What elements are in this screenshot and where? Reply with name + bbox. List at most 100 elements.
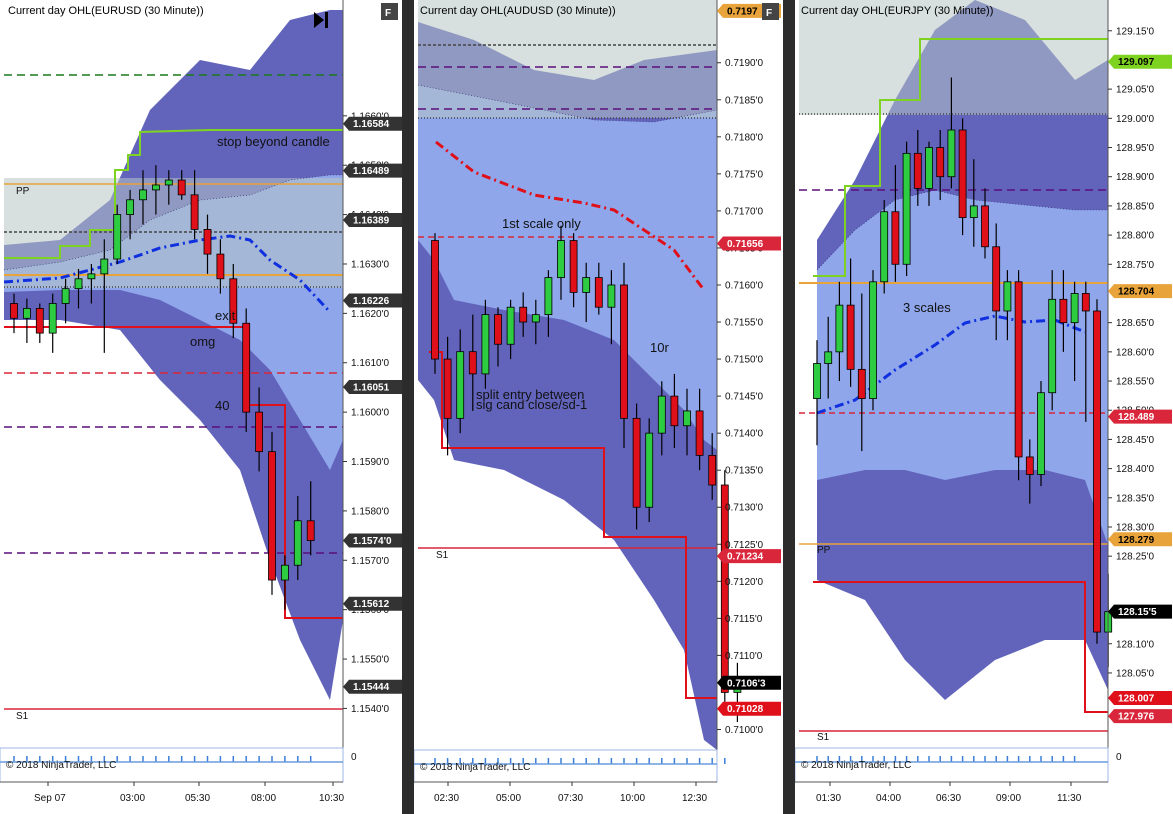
candle-down[interactable] [306,520,315,541]
candle-down[interactable] [620,284,628,419]
candle-down[interactable] [632,417,641,508]
candle-up[interactable] [813,363,821,399]
candle-down[interactable] [695,410,704,456]
candle-up[interactable] [544,277,553,316]
candle-up[interactable] [1070,293,1079,324]
candle-up[interactable] [869,281,877,399]
candle-up[interactable] [557,240,565,278]
candle-up[interactable] [280,564,289,581]
candle-down[interactable] [268,451,276,581]
candle-up[interactable] [151,184,160,191]
candle-down[interactable] [203,229,212,255]
candle-up[interactable] [582,277,591,293]
audusd-chart[interactable]: 0.7190'0 0.7185'0 0.7180'0 0.7175'0 0.7170'0… [414,0,783,814]
candle-down[interactable] [936,147,945,178]
price-tag-label: 0.7106'3 [727,678,766,689]
y-tick-label: 1.1550'0 [351,655,389,666]
candle-down[interactable] [242,322,251,413]
candle-up[interactable] [87,273,96,280]
candle-up[interactable] [164,179,173,186]
y-tick-label: 0.7125'0 [725,540,763,551]
price-tag: 128.279 [1108,532,1172,547]
candle-up[interactable] [657,395,666,434]
candle-down[interactable] [10,303,18,319]
candle-up[interactable] [22,308,31,319]
candle-up[interactable] [835,304,844,353]
candle-down[interactable] [431,240,439,360]
candle-up[interactable] [824,351,833,364]
candle-up[interactable] [506,306,515,345]
candle-down[interactable] [177,179,186,196]
candle-down[interactable] [35,308,44,334]
y-tick-label: 128.65'0 [1116,318,1154,329]
candle-down[interactable] [1093,310,1101,633]
candle-down[interactable] [468,351,477,375]
candle-up[interactable] [607,284,616,308]
candle-down[interactable] [981,205,989,248]
candle-up[interactable] [113,214,122,260]
candle-up[interactable] [683,410,691,427]
copyright-text: © 2018 NinjaTrader, LLC [6,760,116,771]
candle-down[interactable] [992,246,1001,312]
candle-up[interactable] [1048,298,1057,394]
candle-up[interactable] [456,351,465,419]
candle-down[interactable] [857,368,866,399]
fullscreen-button[interactable]: F [381,3,398,20]
y-tick-label: 128.25'0 [1116,552,1154,563]
candle-down[interactable] [190,194,199,230]
copyright-text: © 2018 NinjaTrader, LLC [801,760,911,771]
x-tick-label: 05:00 [496,793,521,804]
price-tag-label: 1.16584 [353,119,390,130]
candle-down[interactable] [1014,281,1023,458]
candle-down[interactable] [846,304,855,370]
y-tick-label: 128.35'0 [1116,493,1154,504]
candle-up[interactable] [1037,392,1045,475]
candle-up[interactable] [48,303,57,334]
candle-down[interactable] [569,240,578,293]
value-area-shade [4,178,343,288]
candle-down[interactable] [1025,456,1034,475]
candle-up[interactable] [481,314,490,375]
chart-panel-audusd[interactable]: 0.7190'0 0.7185'0 0.7180'0 0.7175'0 0.7170'0… [414,0,783,814]
candle-up[interactable] [531,314,540,323]
y-tick-label: 128.90'0 [1116,172,1154,183]
candle-down[interactable] [216,253,225,280]
x-tick-label: 11:30 [1057,793,1082,804]
candle-up[interactable] [126,199,134,215]
eurusd-chart[interactable]: 1.1660'01.1650'01.1640'01.1630'01.1620'0… [0,0,402,814]
fullscreen-button[interactable]: F [762,3,779,20]
candle-up[interactable] [925,147,933,189]
candle-up[interactable] [74,278,83,290]
annotation-text: stop beyond candle [217,134,330,149]
y-tick-label: 0.7190'0 [725,58,763,69]
chart-panel-eurusd[interactable]: 1.1660'01.1650'01.1640'01.1630'01.1620'0… [0,0,402,814]
candle-up[interactable] [645,432,654,508]
candle-down[interactable] [255,411,264,453]
candle-down[interactable] [891,211,900,265]
price-tag: 128.007 [1108,691,1172,706]
candle-up[interactable] [969,205,978,218]
candle-down[interactable] [519,306,528,323]
candle-down[interactable] [670,395,679,427]
candle-up[interactable] [100,258,109,275]
candle-up[interactable] [880,211,889,283]
candle-down[interactable] [708,454,717,486]
eurjpy-chart[interactable]: 129.15'0 129.05'0 129.00'0 128.95'0 128.90'0… [795,0,1173,814]
candle-up[interactable] [1003,281,1012,312]
candle-up[interactable] [139,189,147,201]
candle-up[interactable] [61,288,70,304]
candle-down[interactable] [1059,298,1068,324]
candle-down[interactable] [958,129,967,218]
candle-down[interactable] [443,358,452,419]
x-tick-label: 12:30 [682,793,707,804]
candle-down[interactable] [494,314,502,345]
chart-panel-eurjpy[interactable]: 129.15'0 129.05'0 129.00'0 128.95'0 128.90'0… [795,0,1173,814]
candle-up[interactable] [902,152,911,265]
annotation-text: 3 scales [903,300,951,315]
candle-up[interactable] [293,520,302,566]
candle-down[interactable] [594,277,603,308]
play-forward-icon[interactable] [325,12,328,28]
candle-up[interactable] [947,129,956,178]
candle-down[interactable] [1081,293,1090,312]
candle-down[interactable] [913,152,922,189]
